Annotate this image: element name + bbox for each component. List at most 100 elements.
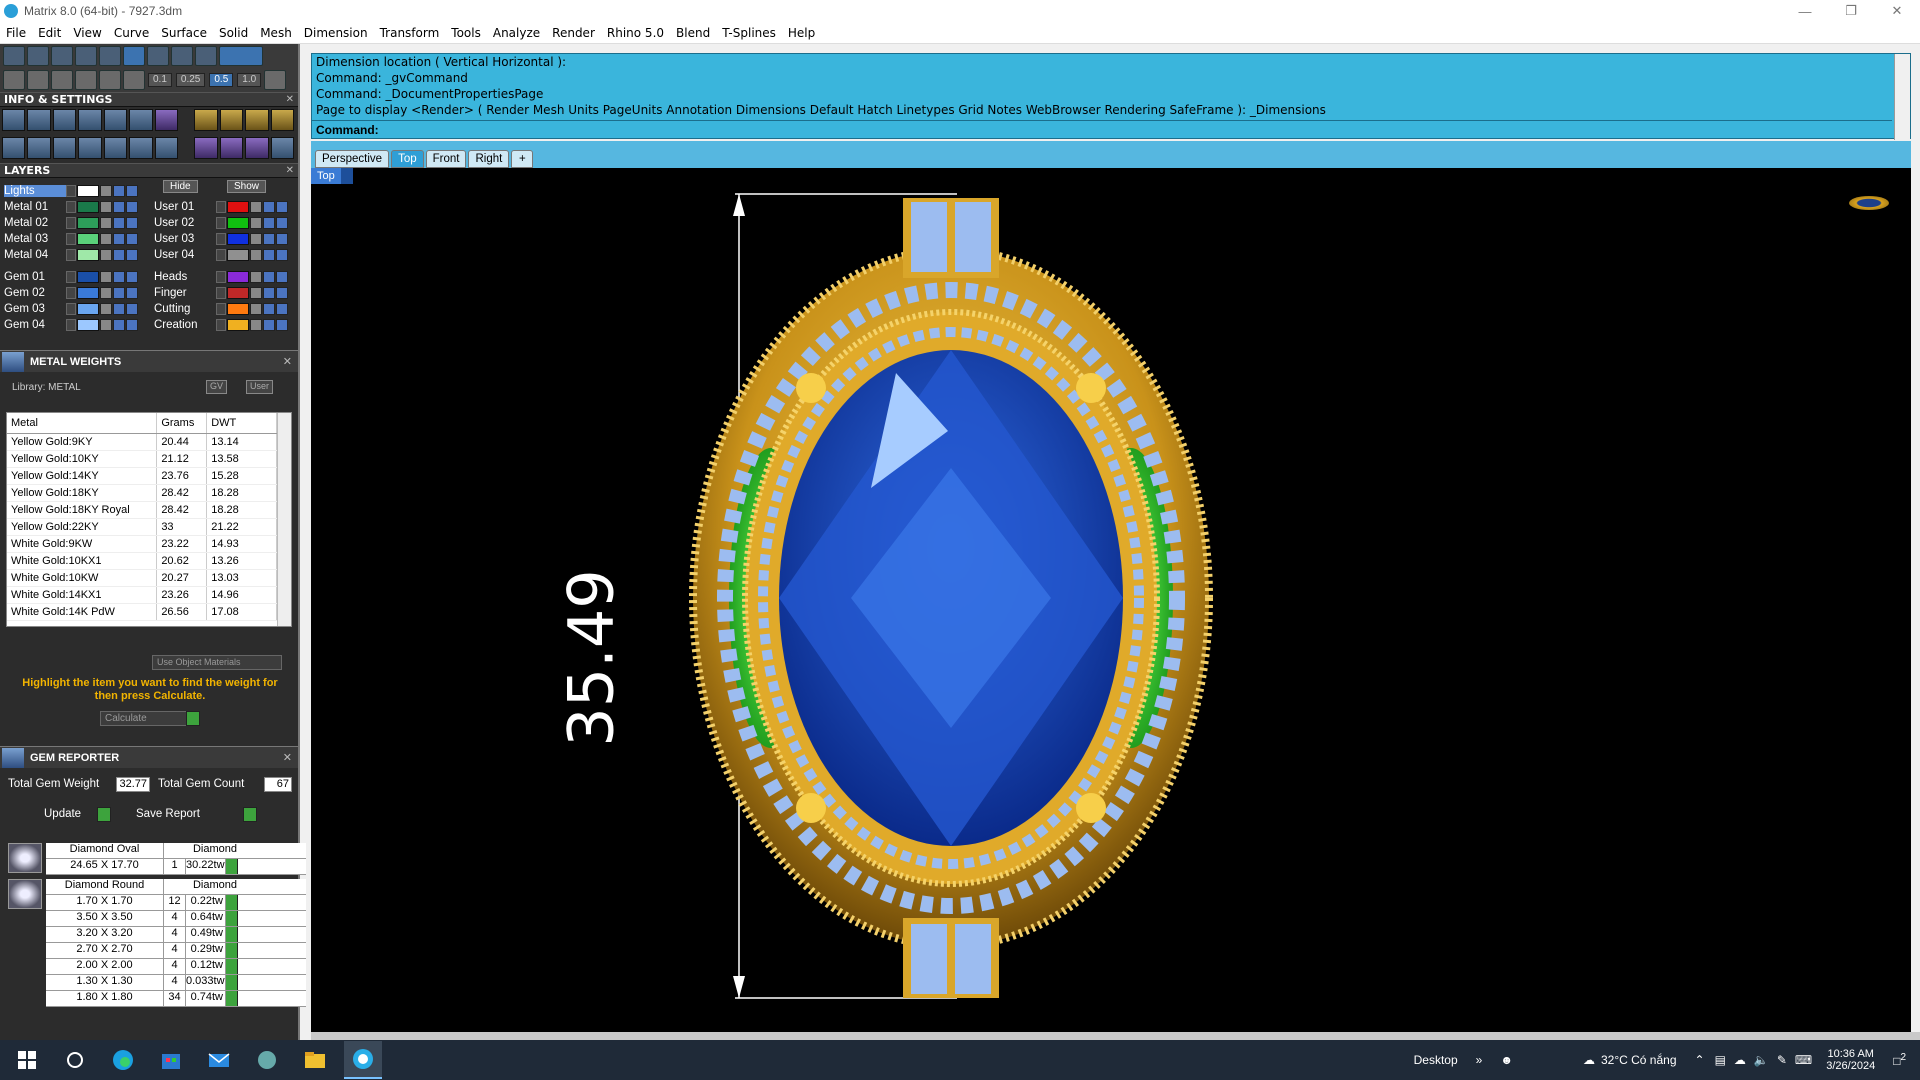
visibility-icon[interactable] bbox=[113, 201, 125, 213]
col-metal[interactable]: Metal bbox=[7, 413, 158, 434]
cylinder-icon[interactable] bbox=[78, 137, 102, 159]
table-row[interactable]: White Gold:14KX1 23.26 14.96 bbox=[7, 586, 277, 604]
layer-expand-icon[interactable] bbox=[66, 271, 76, 283]
layer-color-swatch[interactable] bbox=[77, 287, 99, 299]
table-icon[interactable] bbox=[154, 137, 179, 159]
layer-color-swatch[interactable] bbox=[77, 217, 99, 229]
visibility-icon[interactable] bbox=[263, 271, 275, 283]
menu-blend[interactable]: Blend bbox=[670, 26, 716, 40]
select-arrow-icon[interactable] bbox=[226, 959, 238, 974]
planar-icon[interactable] bbox=[51, 70, 73, 90]
current-layer-icon[interactable] bbox=[276, 319, 288, 331]
lock-icon[interactable] bbox=[250, 271, 262, 283]
curve-tool-icon[interactable] bbox=[75, 46, 97, 66]
gem-icon[interactable] bbox=[154, 109, 179, 131]
gem-layout-icon[interactable] bbox=[270, 137, 294, 159]
notifications-icon[interactable]: □2 bbox=[1893, 1052, 1906, 1068]
user-toggle[interactable]: User bbox=[246, 380, 274, 394]
minimize-button[interactable]: — bbox=[1782, 0, 1828, 22]
layer-expand-icon[interactable] bbox=[216, 271, 226, 283]
round-gem-row[interactable]: 1.80 X 1.80 34 0.74tw bbox=[46, 991, 306, 1007]
round-gem-row[interactable]: 2.70 X 2.70 4 0.29tw bbox=[46, 943, 306, 959]
file-explorer-icon[interactable] bbox=[296, 1041, 334, 1079]
table-row[interactable]: White Gold:10KW 20.27 13.03 bbox=[7, 569, 277, 587]
current-layer-icon[interactable] bbox=[276, 249, 288, 261]
chevron-icon[interactable]: » bbox=[1476, 1053, 1483, 1067]
keyboard-icon[interactable]: ⌨ bbox=[1795, 1053, 1812, 1067]
lock-icon[interactable] bbox=[250, 319, 262, 331]
visibility-icon[interactable] bbox=[263, 319, 275, 331]
layer-row[interactable]: Cutting bbox=[154, 302, 289, 316]
current-layer-icon[interactable] bbox=[126, 303, 138, 315]
grid-snap-icon[interactable] bbox=[264, 70, 287, 90]
history-icon[interactable] bbox=[123, 70, 145, 90]
cube-icon[interactable] bbox=[52, 137, 77, 159]
menu-curve[interactable]: Curve bbox=[108, 26, 155, 40]
current-layer-icon[interactable] bbox=[276, 217, 288, 229]
layer-color-swatch[interactable] bbox=[77, 271, 99, 283]
layer-color-swatch[interactable] bbox=[227, 233, 249, 245]
menu-transform[interactable]: Transform bbox=[374, 26, 446, 40]
layers-icon[interactable] bbox=[103, 109, 128, 131]
col-dwt[interactable]: DWT bbox=[206, 413, 277, 434]
join-tool-icon[interactable] bbox=[195, 46, 217, 66]
close-icon[interactable]: ✕ bbox=[283, 355, 292, 368]
grid-icon[interactable] bbox=[3, 70, 25, 90]
windows-start-icon[interactable] bbox=[8, 1041, 46, 1079]
top-viewport[interactable]: Top 35.49 bbox=[311, 168, 1911, 1032]
mail-icon[interactable] bbox=[200, 1041, 238, 1079]
select-arrow-icon[interactable] bbox=[226, 859, 238, 874]
layer-expand-icon[interactable] bbox=[66, 287, 76, 299]
menu-tsplines[interactable]: T-Splines bbox=[716, 26, 782, 40]
layer-row[interactable]: Heads bbox=[154, 270, 289, 284]
layer-color-swatch[interactable] bbox=[77, 185, 99, 197]
setting-icon[interactable] bbox=[245, 109, 269, 131]
restore-button[interactable]: ❐ bbox=[1828, 0, 1874, 22]
layer-row[interactable]: Metal 04 bbox=[4, 248, 139, 262]
layer-color-swatch[interactable] bbox=[77, 319, 99, 331]
layer-expand-icon[interactable] bbox=[216, 319, 226, 331]
media-app-icon[interactable] bbox=[248, 1041, 286, 1079]
current-layer-icon[interactable] bbox=[276, 271, 288, 283]
bezel-icon[interactable] bbox=[270, 109, 294, 131]
circle-tool-icon[interactable] bbox=[147, 46, 169, 66]
select-tool-icon[interactable] bbox=[123, 46, 145, 66]
grid-tool-icon[interactable] bbox=[219, 46, 263, 66]
table-row[interactable]: Yellow Gold:18KY 28.42 18.28 bbox=[7, 484, 277, 502]
ring-icon[interactable] bbox=[194, 109, 218, 131]
layer-color-swatch[interactable] bbox=[77, 249, 99, 261]
layer-row[interactable]: Metal 01 bbox=[4, 200, 139, 214]
line-tool-icon[interactable] bbox=[27, 46, 49, 66]
layer-row[interactable]: User 01 bbox=[154, 200, 289, 214]
close-icon[interactable]: ✕ bbox=[283, 751, 292, 764]
current-layer-icon[interactable] bbox=[276, 201, 288, 213]
tab-right[interactable]: Right bbox=[468, 150, 510, 168]
layer-color-swatch[interactable] bbox=[227, 201, 249, 213]
layer-expand-icon[interactable] bbox=[216, 201, 226, 213]
zoom-icon[interactable] bbox=[27, 109, 51, 131]
volume-icon[interactable]: 🔈 bbox=[1754, 1053, 1769, 1067]
layer-row[interactable]: Metal 03 bbox=[4, 232, 139, 246]
visibility-icon[interactable] bbox=[263, 287, 275, 299]
lock-icon[interactable] bbox=[250, 217, 262, 229]
view-cube-icon[interactable] bbox=[1849, 196, 1889, 210]
box-icon[interactable] bbox=[78, 109, 102, 131]
prong-icon[interactable] bbox=[219, 109, 244, 131]
close-window-button[interactable]: ✕ bbox=[1874, 0, 1920, 22]
gem-map-icon[interactable] bbox=[245, 137, 269, 159]
menu-solid[interactable]: Solid bbox=[213, 26, 254, 40]
lock-icon[interactable] bbox=[250, 287, 262, 299]
oval-gem-row[interactable]: 24.65 X 17.70 1 30.22tw bbox=[46, 859, 306, 875]
osnap-icon[interactable] bbox=[75, 70, 97, 90]
layer-color-swatch[interactable] bbox=[77, 233, 99, 245]
select-arrow-icon[interactable] bbox=[226, 895, 238, 910]
layer-expand-icon[interactable] bbox=[216, 287, 226, 299]
close-icon[interactable]: ✕ bbox=[286, 165, 294, 176]
layer-row[interactable]: Gem 03 bbox=[4, 302, 139, 316]
onedrive-icon[interactable]: ☁ bbox=[1734, 1053, 1746, 1067]
lock-icon[interactable] bbox=[250, 233, 262, 245]
visibility-icon[interactable] bbox=[263, 303, 275, 315]
current-layer-icon[interactable] bbox=[276, 303, 288, 315]
clock[interactable]: 10:36 AM 3/26/2024 bbox=[1826, 1048, 1875, 1072]
layer-color-swatch[interactable] bbox=[77, 303, 99, 315]
